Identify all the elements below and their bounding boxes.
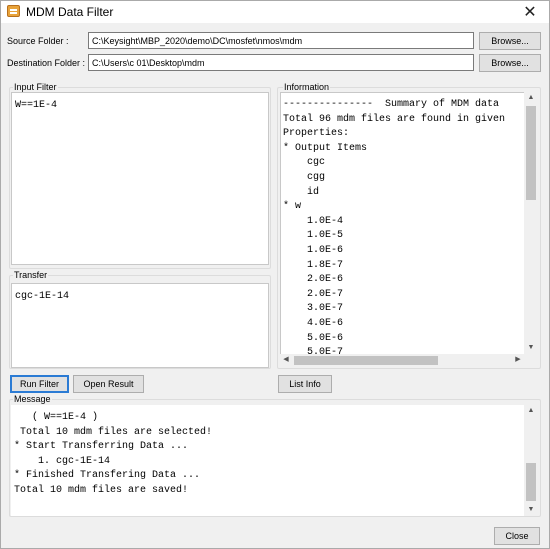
scroll-right-arrow-icon[interactable]: ▶ xyxy=(512,354,524,367)
scroll-down-arrow-icon[interactable]: ▼ xyxy=(524,342,538,354)
scrollbar-thumb[interactable] xyxy=(526,463,536,501)
information-horizontal-scrollbar[interactable]: ◀ ▶ xyxy=(280,354,524,367)
scroll-up-arrow-icon[interactable]: ▲ xyxy=(524,405,538,417)
source-browse-button[interactable]: Browse... xyxy=(479,32,541,50)
transfer-textarea[interactable]: cgc-1E-14 xyxy=(11,283,269,368)
list-info-button[interactable]: List Info xyxy=(278,375,332,393)
scrollbar-thumb[interactable] xyxy=(526,106,536,200)
scroll-up-arrow-icon[interactable]: ▲ xyxy=(524,92,538,104)
message-label: Message xyxy=(13,394,52,404)
scrollbar-thumb[interactable] xyxy=(294,356,438,365)
run-filter-button[interactable]: Run Filter xyxy=(10,375,69,393)
information-textarea[interactable]: --------------- Summary of MDM data Tota… xyxy=(280,92,524,354)
message-vertical-scrollbar[interactable]: ▲ ▼ xyxy=(524,405,538,516)
source-folder-input[interactable]: C:\Keysight\MBP_2020\demo\DC\mosfet\nmos… xyxy=(88,32,474,49)
scroll-down-arrow-icon[interactable]: ▼ xyxy=(524,504,538,516)
destination-folder-input[interactable]: C:\Users\c 01\Desktop\mdm xyxy=(88,54,474,71)
close-button[interactable]: Close xyxy=(494,527,540,545)
title-bar: MDM Data Filter ✕ xyxy=(1,1,549,23)
folder-icon xyxy=(7,5,20,17)
source-folder-label: Source Folder : xyxy=(7,36,69,46)
input-filter-textarea[interactable]: W==1E-4 xyxy=(11,92,269,265)
destination-browse-button[interactable]: Browse... xyxy=(479,54,541,72)
input-filter-label: Input Filter xyxy=(13,82,58,92)
scroll-left-arrow-icon[interactable]: ◀ xyxy=(280,354,292,367)
transfer-label: Transfer xyxy=(13,270,49,280)
message-textarea[interactable]: ( W==1E-4 ) Total 10 mdm files are selec… xyxy=(11,405,524,516)
information-label: Information xyxy=(283,82,331,92)
mdm-data-filter-window: MDM Data Filter ✕ Source Folder : C:\Key… xyxy=(0,0,550,549)
close-window-icon[interactable]: ✕ xyxy=(521,2,539,22)
information-vertical-scrollbar[interactable]: ▲ ▼ xyxy=(524,92,538,354)
open-result-button[interactable]: Open Result xyxy=(73,375,144,393)
destination-folder-label: Destination Folder : xyxy=(7,58,86,68)
window-title: MDM Data Filter xyxy=(26,5,114,19)
